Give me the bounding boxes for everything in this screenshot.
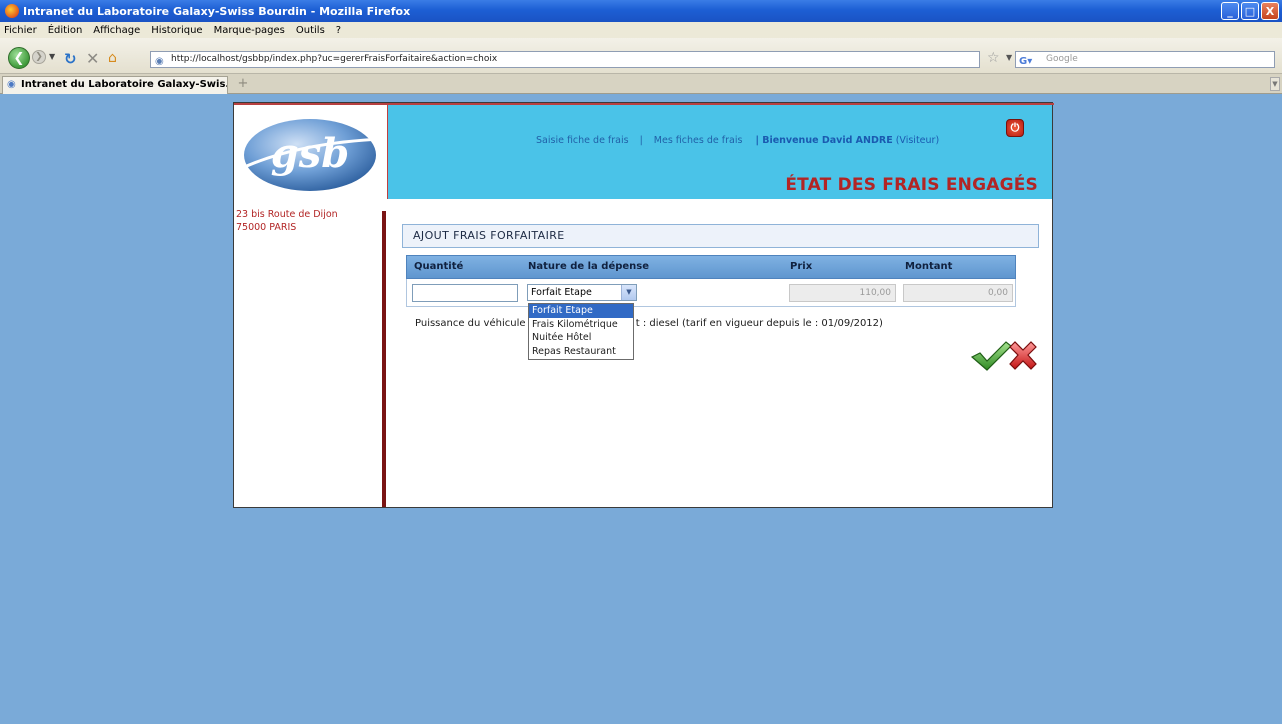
- menu-fichier[interactable]: Fichier: [4, 25, 37, 36]
- page-container: gsb Saisie fiche de frais | Mes fiches de …: [233, 102, 1054, 508]
- firefox-icon: [5, 4, 19, 18]
- nature-select[interactable]: Forfait Etape ▼: [527, 284, 637, 301]
- column-quantite: Quantité: [414, 261, 464, 272]
- url-dropdown-icon[interactable]: ▼: [1006, 53, 1012, 62]
- logo-text: gsb: [271, 130, 349, 177]
- nav-saisie-link[interactable]: Saisie fiche de frais: [536, 135, 629, 146]
- welcome-text: | Bienvenue David ANDRE: [755, 135, 893, 146]
- menu-edition[interactable]: Édition: [48, 25, 83, 36]
- maximize-button[interactable]: □: [1241, 2, 1259, 20]
- search-bar[interactable]: G▾ Google ⚲: [1015, 51, 1275, 68]
- close-button[interactable]: X: [1261, 2, 1279, 20]
- quantity-input[interactable]: [412, 284, 518, 302]
- search-placeholder: Google: [1046, 54, 1078, 64]
- bookmark-star-icon[interactable]: ☆: [987, 50, 1000, 66]
- vehicle-info-right: t : diesel (tarif en vigueur depuis le :…: [635, 318, 883, 329]
- search-engine-icon[interactable]: G▾: [1019, 54, 1032, 69]
- menu-aide[interactable]: ?: [336, 25, 341, 36]
- nature-selected-value: Forfait Etape: [531, 287, 592, 298]
- dropdown-option[interactable]: Repas Restaurant: [529, 345, 633, 359]
- header-banner: Saisie fiche de frais | Mes fiches de frai…: [387, 105, 1052, 199]
- forward-arrow-icon[interactable]: ❯: [32, 50, 46, 64]
- column-nature: Nature de la dépense: [528, 261, 650, 272]
- price-field: 110,00: [789, 284, 896, 302]
- menu-historique[interactable]: Historique: [151, 25, 202, 36]
- history-dropdown-icon[interactable]: ▼: [49, 52, 55, 61]
- dropdown-option[interactable]: Nuitée Hôtel: [529, 331, 633, 345]
- cross-icon[interactable]: [1006, 339, 1040, 373]
- amount-field: 0,00: [903, 284, 1013, 302]
- window-titlebar: Intranet du Laboratoire Galaxy-Swiss Bou…: [0, 0, 1282, 22]
- address-line-1: 23 bis Route de Dijon: [236, 209, 338, 220]
- menu-outils[interactable]: Outils: [296, 25, 325, 36]
- column-prix: Prix: [790, 261, 813, 272]
- dropdown-option[interactable]: Forfait Etape: [529, 304, 633, 318]
- nav-mes-fiches-link[interactable]: Mes fiches de frais: [654, 135, 743, 146]
- page-title: ÉTAT DES FRAIS ENGAGÉS: [785, 175, 1038, 195]
- window-title: Intranet du Laboratoire Galaxy-Swiss Bou…: [23, 4, 411, 18]
- back-arrow-icon[interactable]: ❮: [8, 47, 30, 69]
- tab-favicon-icon: ◉: [7, 79, 16, 90]
- site-identity-icon[interactable]: ◉: [155, 54, 164, 69]
- tab-intranet[interactable]: ◉ Intranet du Laboratoire Galaxy-Swis...: [2, 76, 228, 94]
- table-row: Forfait Etape ▼ 110,00 0,00: [406, 279, 1016, 307]
- home-icon[interactable]: ⌂: [108, 50, 117, 66]
- tab-strip: ◉ Intranet du Laboratoire Galaxy-Swis...…: [0, 74, 1282, 94]
- user-role: (Visiteur): [895, 135, 940, 146]
- section-title: AJOUT FRAIS FORFAITAIRE: [402, 224, 1039, 248]
- gsb-logo[interactable]: gsb: [236, 105, 384, 201]
- window-controls: _ □ X: [1221, 2, 1279, 20]
- column-montant: Montant: [905, 261, 953, 272]
- menu-marque-pages[interactable]: Marque-pages: [214, 25, 285, 36]
- new-tab-button[interactable]: +: [234, 77, 252, 92]
- nature-dropdown-list: Forfait Etape Frais Kilométrique Nuitée …: [528, 303, 634, 360]
- sidebar-divider: [382, 211, 386, 507]
- menu-affichage[interactable]: Affichage: [93, 25, 140, 36]
- menu-bar: Fichier Édition Affichage Historique Mar…: [0, 22, 1282, 38]
- vehicle-info: Puissance du véhicule : 5 Ct : diesel (t…: [415, 318, 883, 329]
- chevron-down-icon[interactable]: ▼: [621, 285, 636, 300]
- nav-separator: |: [639, 135, 643, 146]
- tab-title: Intranet du Laboratoire Galaxy-Swis...: [21, 79, 228, 90]
- stop-icon[interactable]: ✕: [86, 49, 99, 68]
- reload-icon[interactable]: ↻: [64, 50, 77, 68]
- top-navigation: Saisie fiche de frais | Mes fiches de frai…: [536, 135, 939, 146]
- power-icon[interactable]: ⏻: [1006, 119, 1024, 137]
- address-line-2: 75000 PARIS: [236, 222, 297, 233]
- table-header: Quantité Nature de la dépense Prix Monta…: [406, 255, 1016, 279]
- dropdown-option[interactable]: Frais Kilométrique: [529, 318, 633, 332]
- url-text: http://localhost/gsbbp/index.php?uc=gere…: [171, 54, 498, 64]
- minimize-button[interactable]: _: [1221, 2, 1239, 20]
- company-address: 23 bis Route de Dijon 75000 PARIS: [236, 208, 338, 234]
- url-bar[interactable]: ◉ http://localhost/gsbbp/index.php?uc=ge…: [150, 51, 980, 68]
- expense-form-table: Quantité Nature de la dépense Prix Monta…: [406, 255, 1016, 307]
- navigation-toolbar: ❮ ❯ ▼ ↻ ✕ ⌂ ◉ http://localhost/gsbbp/ind…: [0, 38, 1282, 74]
- tab-list-icon[interactable]: ▼: [1270, 77, 1280, 91]
